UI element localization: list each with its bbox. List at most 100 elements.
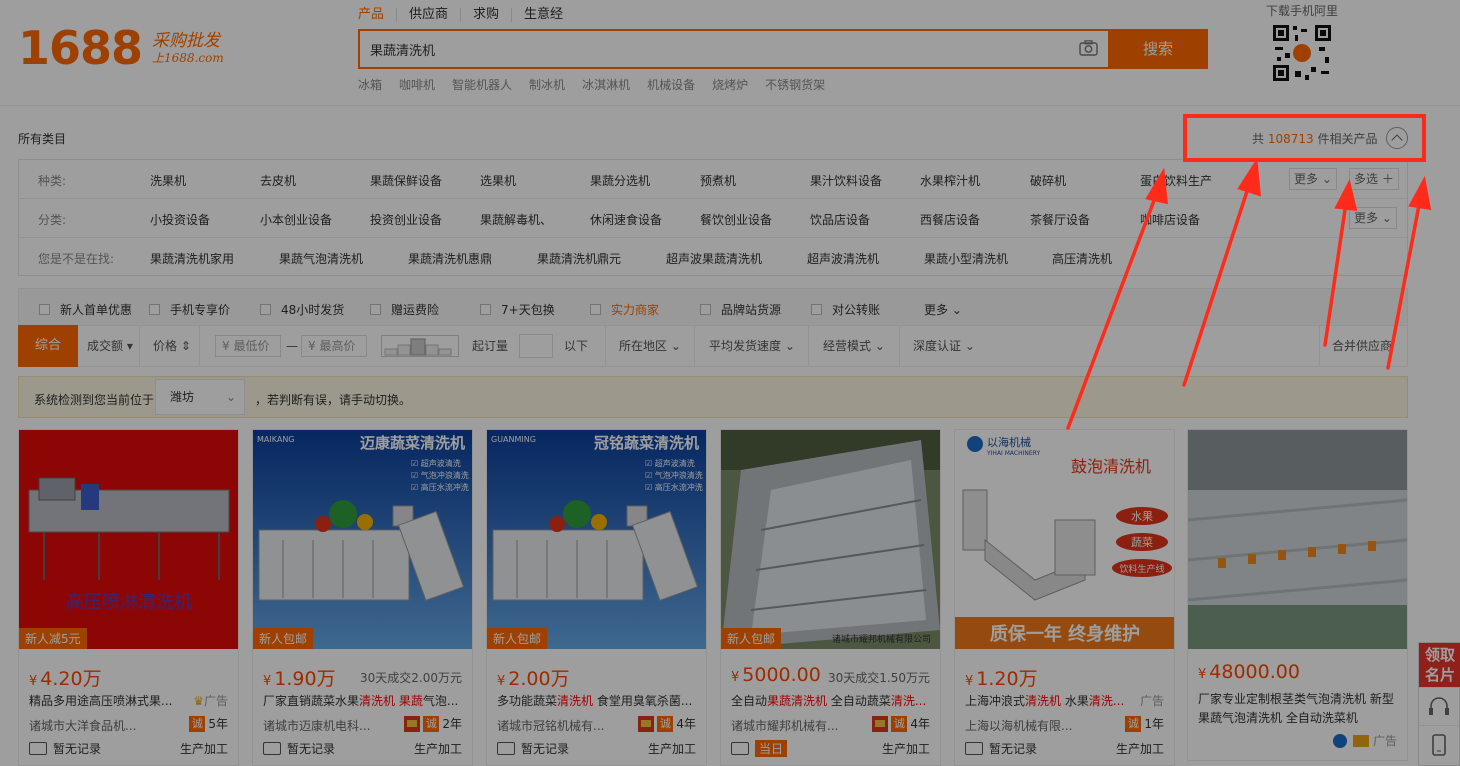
suggest-item[interactable]: 果蔬清洗机家用: [150, 250, 234, 267]
option-48h-ship[interactable]: 48小时发货: [260, 301, 344, 318]
sort-volume[interactable]: 成交额 ▾: [87, 326, 133, 366]
product-image[interactable]: 高压喷淋清洗机 新人减5元: [19, 430, 238, 649]
suggest-item[interactable]: 高压清洗机: [1052, 250, 1112, 267]
option-brand-source[interactable]: 品牌站货源: [700, 301, 781, 318]
filter-item[interactable]: 果蔬解毒机、: [480, 211, 552, 228]
merge-suppliers[interactable]: 合并供应商: [1332, 326, 1392, 366]
filter-item[interactable]: 小本创业设备: [260, 211, 332, 228]
filter-item[interactable]: 选果机: [480, 172, 516, 189]
company-name[interactable]: 诸城市大洋食品机...: [29, 717, 169, 734]
filter-item[interactable]: 休闲速食设备: [590, 211, 662, 228]
product-image[interactable]: 以海机械 YIHAI MACHINERY 鼓泡清洗机 水果 蔬菜 饮料生产线 质…: [955, 430, 1174, 649]
filter-item[interactable]: 果蔬保鲜设备: [370, 172, 442, 189]
suggest-item[interactable]: 果蔬气泡清洗机: [279, 250, 363, 267]
phone-icon[interactable]: [1419, 725, 1459, 763]
suggest-item[interactable]: 果蔬清洗机惠鼎: [408, 250, 492, 267]
breadcrumb[interactable]: 所有类目: [18, 130, 66, 147]
filter-item[interactable]: 破碎机: [1030, 172, 1066, 189]
filter-item[interactable]: 小投资设备: [150, 211, 210, 228]
hot-word[interactable]: 不锈钢货架: [765, 76, 825, 93]
suggest-item[interactable]: 超声波果蔬清洗机: [666, 250, 762, 267]
product-card-ad[interactable]: ¥48000.00 厂家专业定制根茎类气泡清洗机 新型果蔬气泡清洗机 全自动洗菜…: [1187, 429, 1408, 761]
option-power-merchant[interactable]: 实力商家: [590, 301, 659, 318]
suggest-item[interactable]: 果蔬小型清洗机: [924, 250, 1008, 267]
product-card[interactable]: MAIKANG 迈康蔬菜清洗机 ☑ 超声波清洗 ☑ 气泡冲浪清洗 ☑ 高压水流冲…: [252, 429, 473, 766]
camera-icon[interactable]: [1079, 40, 1098, 56]
product-title[interactable]: 上海冲浪式清洗机 水果清洗...: [965, 692, 1137, 709]
filter-item[interactable]: 果汁饮料设备: [810, 172, 882, 189]
product-card[interactable]: 诸城市耀邦机械有限公司 新人包邮 ¥5000.00 30天成交1.50万元 全自…: [720, 429, 941, 766]
ship-speed-filter[interactable]: 平均发货速度 ⌄: [709, 326, 795, 366]
sort-price[interactable]: 价格 ⇕: [153, 326, 191, 366]
search-button[interactable]: 搜索: [1108, 29, 1208, 69]
product-image[interactable]: MAIKANG 迈康蔬菜清洗机 ☑ 超声波清洗 ☑ 气泡冲浪清洗 ☑ 高压水流冲…: [253, 430, 472, 649]
product-image[interactable]: GUANMING 冠铭蔬菜清洗机 ☑ 超声波清洗 ☑ 气泡冲浪清洗 ☑ 高压水流…: [487, 430, 706, 649]
option-corporate-transfer[interactable]: 对公转账: [811, 301, 880, 318]
product-title[interactable]: 多功能蔬菜清洗机 食堂用臭氧杀菌...: [497, 692, 697, 709]
product-image[interactable]: [1188, 430, 1407, 649]
filter-item[interactable]: 茶餐厅设备: [1030, 211, 1090, 228]
hot-word[interactable]: 冰箱: [358, 76, 382, 93]
company-name[interactable]: 诸城市迈康机电科...: [263, 717, 403, 734]
city-select[interactable]: 潍坊 ⌄: [155, 379, 245, 415]
options-more[interactable]: 更多 ⌄: [924, 301, 962, 318]
filter-item[interactable]: 投资创业设备: [370, 211, 442, 228]
hot-word[interactable]: 智能机器人: [452, 76, 512, 93]
option-7day-exchange[interactable]: 7+天包换: [480, 301, 555, 318]
filter-item[interactable]: 预煮机: [700, 172, 736, 189]
suggest-item[interactable]: 果蔬清洗机鼎元: [537, 250, 621, 267]
filter-item[interactable]: 西餐店设备: [920, 211, 980, 228]
company-name[interactable]: 诸城市耀邦机械有...: [731, 717, 871, 734]
option-freight-insurance[interactable]: 赠运费险: [370, 301, 439, 318]
more-button[interactable]: 更多 ⌄: [1349, 207, 1397, 229]
filter-item[interactable]: 果蔬分选机: [590, 172, 650, 189]
min-order-input[interactable]: [519, 334, 553, 358]
hot-word[interactable]: 机械设备: [647, 76, 695, 93]
sold-amount: 30天成交2.00万元: [360, 671, 462, 685]
biz-mode-filter[interactable]: 经营模式 ⌄: [823, 326, 885, 366]
product-title[interactable]: 精品多用途高压喷淋式果...: [29, 692, 201, 709]
product-title[interactable]: 厂家直销蔬菜水果清洗机 果蔬气泡...: [263, 692, 463, 709]
option-new-user[interactable]: 新人首单优惠: [39, 301, 132, 318]
get-card-button[interactable]: 领取名片: [1419, 643, 1460, 687]
headset-icon[interactable]: [1419, 687, 1459, 725]
tab-suppliers[interactable]: 供应商: [396, 8, 460, 22]
price-range-icon[interactable]: [381, 335, 459, 357]
search-input[interactable]: [360, 31, 1060, 67]
product-title[interactable]: 厂家专业定制根茎类气泡清洗机 新型果蔬气泡清洗机 全自动洗菜机: [1198, 690, 1398, 728]
checkbox-icon: [149, 304, 160, 315]
filter-item[interactable]: 餐饮创业设备: [700, 211, 772, 228]
filter-item[interactable]: 蛋白饮料生产: [1140, 172, 1212, 189]
option-mobile-price[interactable]: 手机专享价: [149, 301, 230, 318]
suggest-item[interactable]: 超声波清洗机: [807, 250, 879, 267]
company-name[interactable]: 诸城市冠铭机械有...: [497, 717, 637, 734]
logo[interactable]: 1688 采购批发 上1688.com: [18, 25, 224, 71]
product-card[interactable]: 以海机械 YIHAI MACHINERY 鼓泡清洗机 水果 蔬菜 饮料生产线 质…: [954, 429, 1175, 766]
medal-icon: [872, 715, 889, 732]
product-card[interactable]: 高压喷淋清洗机 新人减5元 ¥4.20万 ♛广告 精品多用途高压喷淋式果... …: [18, 429, 239, 766]
tab-products[interactable]: 产品: [358, 8, 396, 22]
filter-item[interactable]: 咖啡店设备: [1140, 211, 1200, 228]
company-name[interactable]: 上海以海机械有限...: [965, 717, 1105, 734]
region-filter[interactable]: 所在地区 ⌄: [619, 326, 681, 366]
multi-select-button[interactable]: 多选 ＋: [1349, 168, 1399, 190]
min-price-input[interactable]: ¥ 最低价: [215, 335, 281, 357]
product-image[interactable]: 诸城市耀邦机械有限公司 新人包邮: [721, 430, 940, 649]
filter-item[interactable]: 水果榨汁机: [920, 172, 980, 189]
app-download[interactable]: 下载手机阿里: [1266, 2, 1338, 86]
hot-word[interactable]: 冰淇淋机: [582, 76, 630, 93]
tab-buying[interactable]: 求购: [460, 8, 511, 22]
product-title[interactable]: 全自动果蔬清洗机 全自动蔬菜清洗...: [731, 692, 931, 709]
hot-word[interactable]: 咖啡机: [399, 76, 435, 93]
product-card[interactable]: GUANMING 冠铭蔬菜清洗机 ☑ 超声波清洗 ☑ 气泡冲浪清洗 ☑ 高压水流…: [486, 429, 707, 766]
filter-item[interactable]: 饮品店设备: [810, 211, 870, 228]
depth-cert-filter[interactable]: 深度认证 ⌄: [913, 326, 975, 366]
filter-item[interactable]: 洗果机: [150, 172, 186, 189]
more-button[interactable]: 更多 ⌄: [1289, 168, 1337, 190]
tab-business[interactable]: 生意经: [511, 8, 575, 22]
filter-item[interactable]: 去皮机: [260, 172, 296, 189]
max-price-input[interactable]: ¥ 最高价: [301, 335, 367, 357]
sort-default[interactable]: 综合: [18, 325, 78, 367]
hot-word[interactable]: 制冰机: [529, 76, 565, 93]
hot-word[interactable]: 烧烤炉: [712, 76, 748, 93]
